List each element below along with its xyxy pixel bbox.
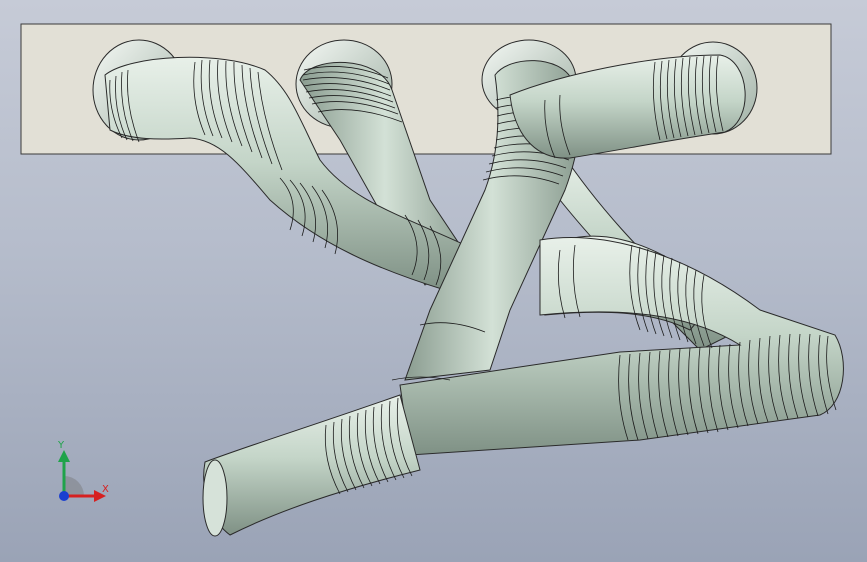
x-axis-label: X (102, 484, 109, 495)
3d-viewport[interactable]: Y X (0, 0, 867, 562)
y-axis-label: Y (58, 440, 65, 451)
y-axis-head (58, 450, 70, 462)
outlet-opening (202, 459, 228, 537)
coordinate-triad: Y X (44, 438, 124, 518)
triad-origin (59, 491, 69, 501)
triad-graphic (58, 450, 106, 502)
exhaust-header-model[interactable] (0, 0, 867, 562)
